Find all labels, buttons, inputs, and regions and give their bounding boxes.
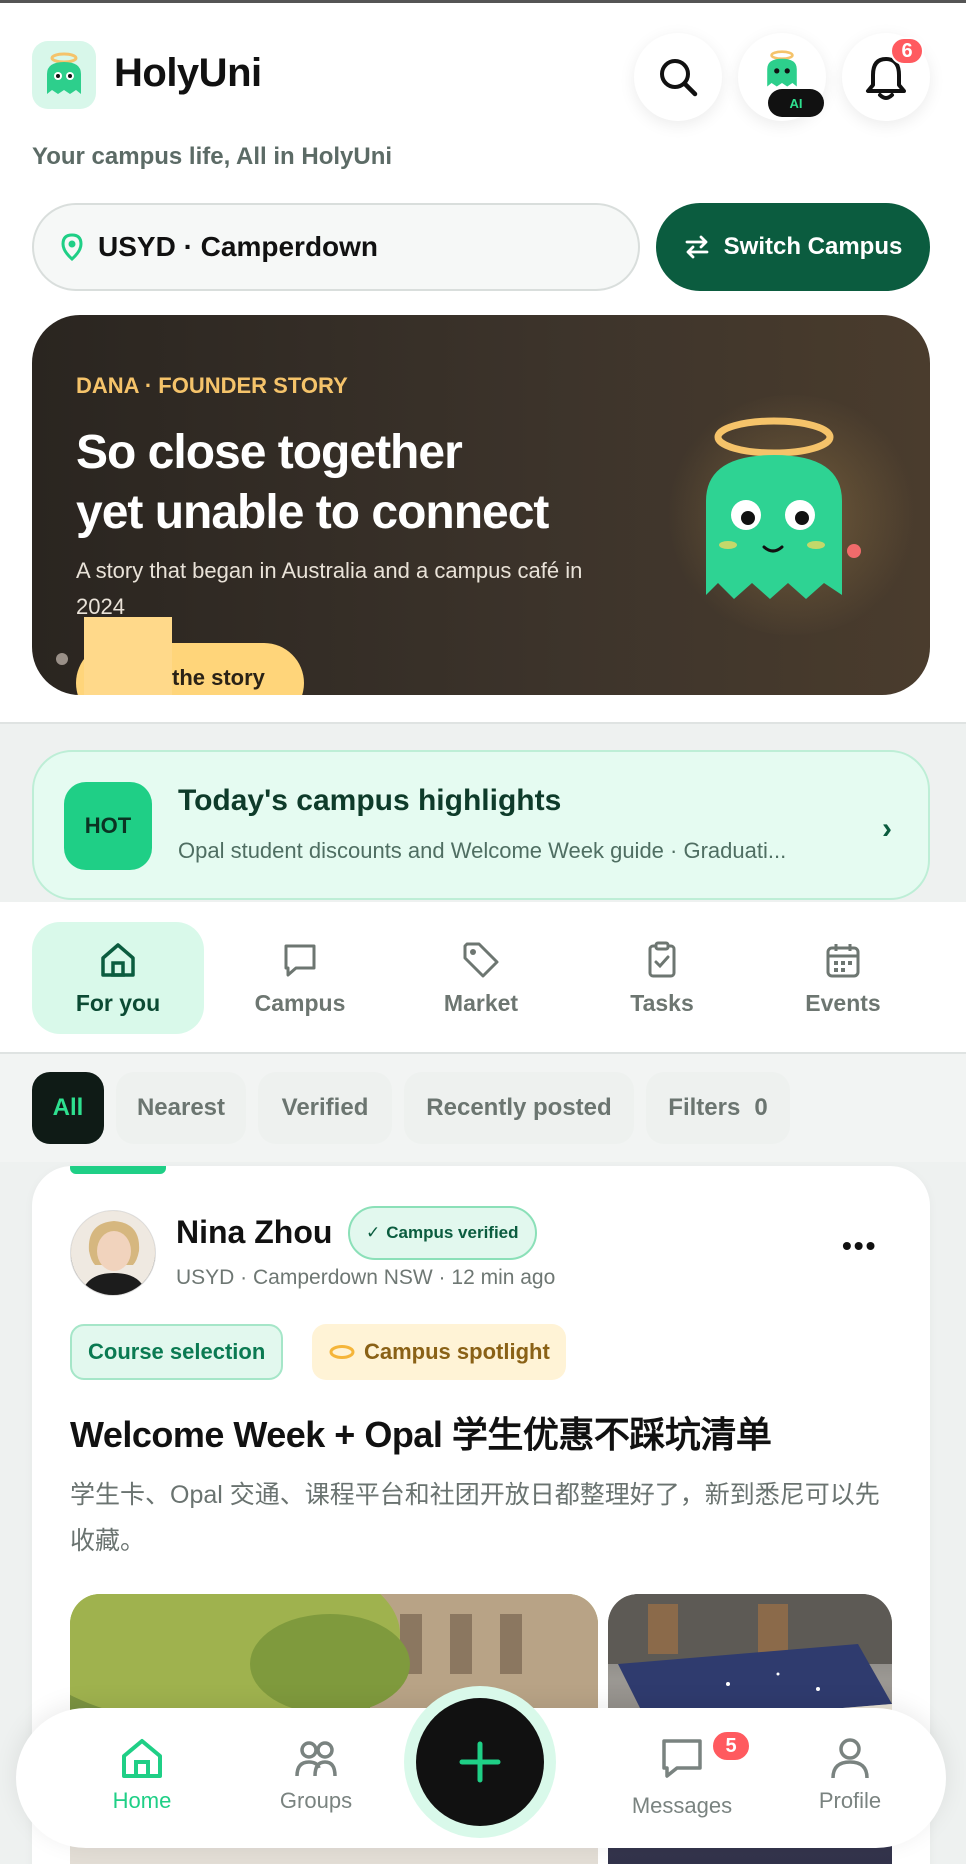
post-title[interactable]: Welcome Week + Opal 学生优惠不踩坑清单 — [70, 1406, 890, 1458]
people-icon — [295, 1741, 337, 1777]
switch-campus-label: Switch Campus — [723, 233, 903, 260]
ghost-mascot-icon — [47, 52, 81, 94]
current-campus-value: USYD · Camperdown — [98, 231, 379, 262]
hero-title-line2: yet unable to connect — [76, 486, 549, 539]
hero-title-line1: So close together — [76, 426, 463, 479]
hero-subtitle: A story that began in Australia and a ca… — [76, 558, 583, 619]
tag-icon — [463, 942, 499, 977]
post-accent-bar — [70, 1166, 166, 1174]
nav-label: Messages — [631, 1793, 733, 1818]
avatar[interactable] — [70, 1210, 156, 1296]
verified-label: Campus verified — [386, 1223, 519, 1242]
chip-label: All — [52, 1094, 84, 1121]
more-options-icon[interactable]: ••• — [842, 1230, 877, 1262]
switch-campus-button[interactable]: Switch Campus — [656, 203, 930, 291]
post-author[interactable]: Nina Zhou — [176, 1214, 332, 1251]
hero-title: So close together yet unable to connect — [76, 423, 636, 543]
campus-highlights-card[interactable]: HOT Today's campus highlights Opal stude… — [32, 750, 930, 900]
filter-all[interactable]: All — [32, 1072, 104, 1144]
filter-count: 0 — [754, 1094, 768, 1121]
hot-badge: HOT — [64, 782, 152, 870]
current-campus-field[interactable]: USYD · Camperdown — [32, 203, 640, 291]
tab-tasks[interactable]: Tasks — [576, 922, 748, 1034]
search-icon — [660, 59, 698, 97]
post-body: 学生卡、Opal 交通、课程平台和社团开放日都整理好了，新到悉尼可以先收藏。 — [70, 1481, 880, 1555]
filter-recently-posted[interactable]: Recently posted — [404, 1072, 634, 1144]
tab-label: Events — [805, 989, 881, 1016]
create-post-button[interactable] — [416, 1698, 544, 1826]
nav-profile[interactable]: Profile — [780, 1736, 920, 1826]
nav-home[interactable]: Home — [72, 1736, 212, 1826]
cta-overlay-patch — [84, 617, 172, 695]
tab-for-you[interactable]: For you — [32, 922, 204, 1034]
divider — [0, 722, 966, 724]
message-count-badge: 5 — [711, 1730, 751, 1762]
filter-nearest[interactable]: Nearest — [116, 1072, 246, 1144]
nav-label: Home — [112, 1788, 172, 1813]
check-icon: ✓ — [366, 1223, 381, 1242]
app-name: HolyUni — [114, 51, 262, 95]
header-area: HolyUni AI 6 Your campus life, All in Ho… — [0, 3, 966, 723]
tab-label: For you — [75, 989, 161, 1016]
filters-button[interactable]: Filters 0 — [646, 1072, 790, 1144]
search-button[interactable] — [634, 33, 722, 121]
campus-verified-badge: ✓ Campus verified — [348, 1206, 537, 1260]
filter-verified[interactable]: Verified — [258, 1072, 392, 1144]
clipboard-check-icon — [648, 941, 676, 977]
swap-arrows-icon — [685, 235, 709, 259]
post-meta: USYD · Camperdown NSW · 12 min ago — [176, 1266, 556, 1289]
message-icon — [662, 1739, 702, 1778]
tab-label: Tasks — [630, 989, 694, 1016]
highlights-subtitle: Opal student discounts and Welcome Week … — [178, 838, 787, 863]
chip-label: Nearest — [136, 1094, 226, 1121]
read-story-label: the story — [172, 665, 265, 690]
nav-messages[interactable]: 5 Messages — [612, 1730, 752, 1826]
tag-label: Campus spotlight — [364, 1339, 550, 1364]
ai-badge: AI — [768, 89, 824, 117]
location-pin-icon — [61, 233, 83, 261]
highlights-title: Today's campus highlights — [178, 784, 562, 817]
nav-label: Profile — [818, 1788, 882, 1813]
nav-groups[interactable]: Groups — [246, 1736, 386, 1826]
notifications-button[interactable]: 6 — [842, 33, 930, 121]
category-tabs: For you Campus Market Tasks Events — [0, 902, 966, 1054]
home-icon — [122, 1739, 162, 1778]
tag-campus-spotlight[interactable]: Campus spotlight — [312, 1324, 566, 1380]
tab-campus[interactable]: Campus — [214, 922, 386, 1034]
person-icon — [831, 1738, 869, 1779]
app-tagline: Your campus life, All in HolyUni — [32, 143, 393, 170]
filter-chips: All Nearest Verified Recently posted Fil… — [0, 1054, 966, 1162]
halo-icon — [329, 1345, 355, 1359]
home-icon — [101, 942, 135, 977]
carousel-dot[interactable] — [56, 653, 68, 665]
tab-market[interactable]: Market — [395, 922, 567, 1034]
chip-label: Filters — [668, 1094, 741, 1121]
chip-label: Recently posted — [426, 1094, 612, 1121]
chip-label: Verified — [281, 1094, 369, 1121]
tag-label: Course selection — [88, 1339, 266, 1364]
calendar-icon — [826, 943, 860, 977]
hero-kicker: DANA · FOUNDER STORY — [76, 373, 348, 398]
avatar-portrait — [71, 1211, 155, 1295]
ghost-mascot-illustration — [706, 417, 861, 599]
ghost-ai-icon — [767, 50, 797, 87]
ai-assistant-button[interactable]: AI — [738, 33, 826, 121]
chat-bubble-icon — [284, 944, 316, 976]
plus-icon — [459, 1741, 501, 1783]
tab-events[interactable]: Events — [757, 922, 929, 1034]
chevron-right-icon: › — [882, 812, 892, 845]
nav-label: Groups — [279, 1788, 353, 1813]
founder-story-banner[interactable]: DANA · FOUNDER STORY So close together y… — [32, 315, 930, 695]
app-logo[interactable] — [32, 41, 96, 109]
tab-label: Market — [443, 989, 519, 1016]
tab-label: Campus — [254, 989, 346, 1016]
tag-course-selection[interactable]: Course selection — [70, 1324, 284, 1380]
notification-count-badge: 6 — [890, 37, 924, 65]
